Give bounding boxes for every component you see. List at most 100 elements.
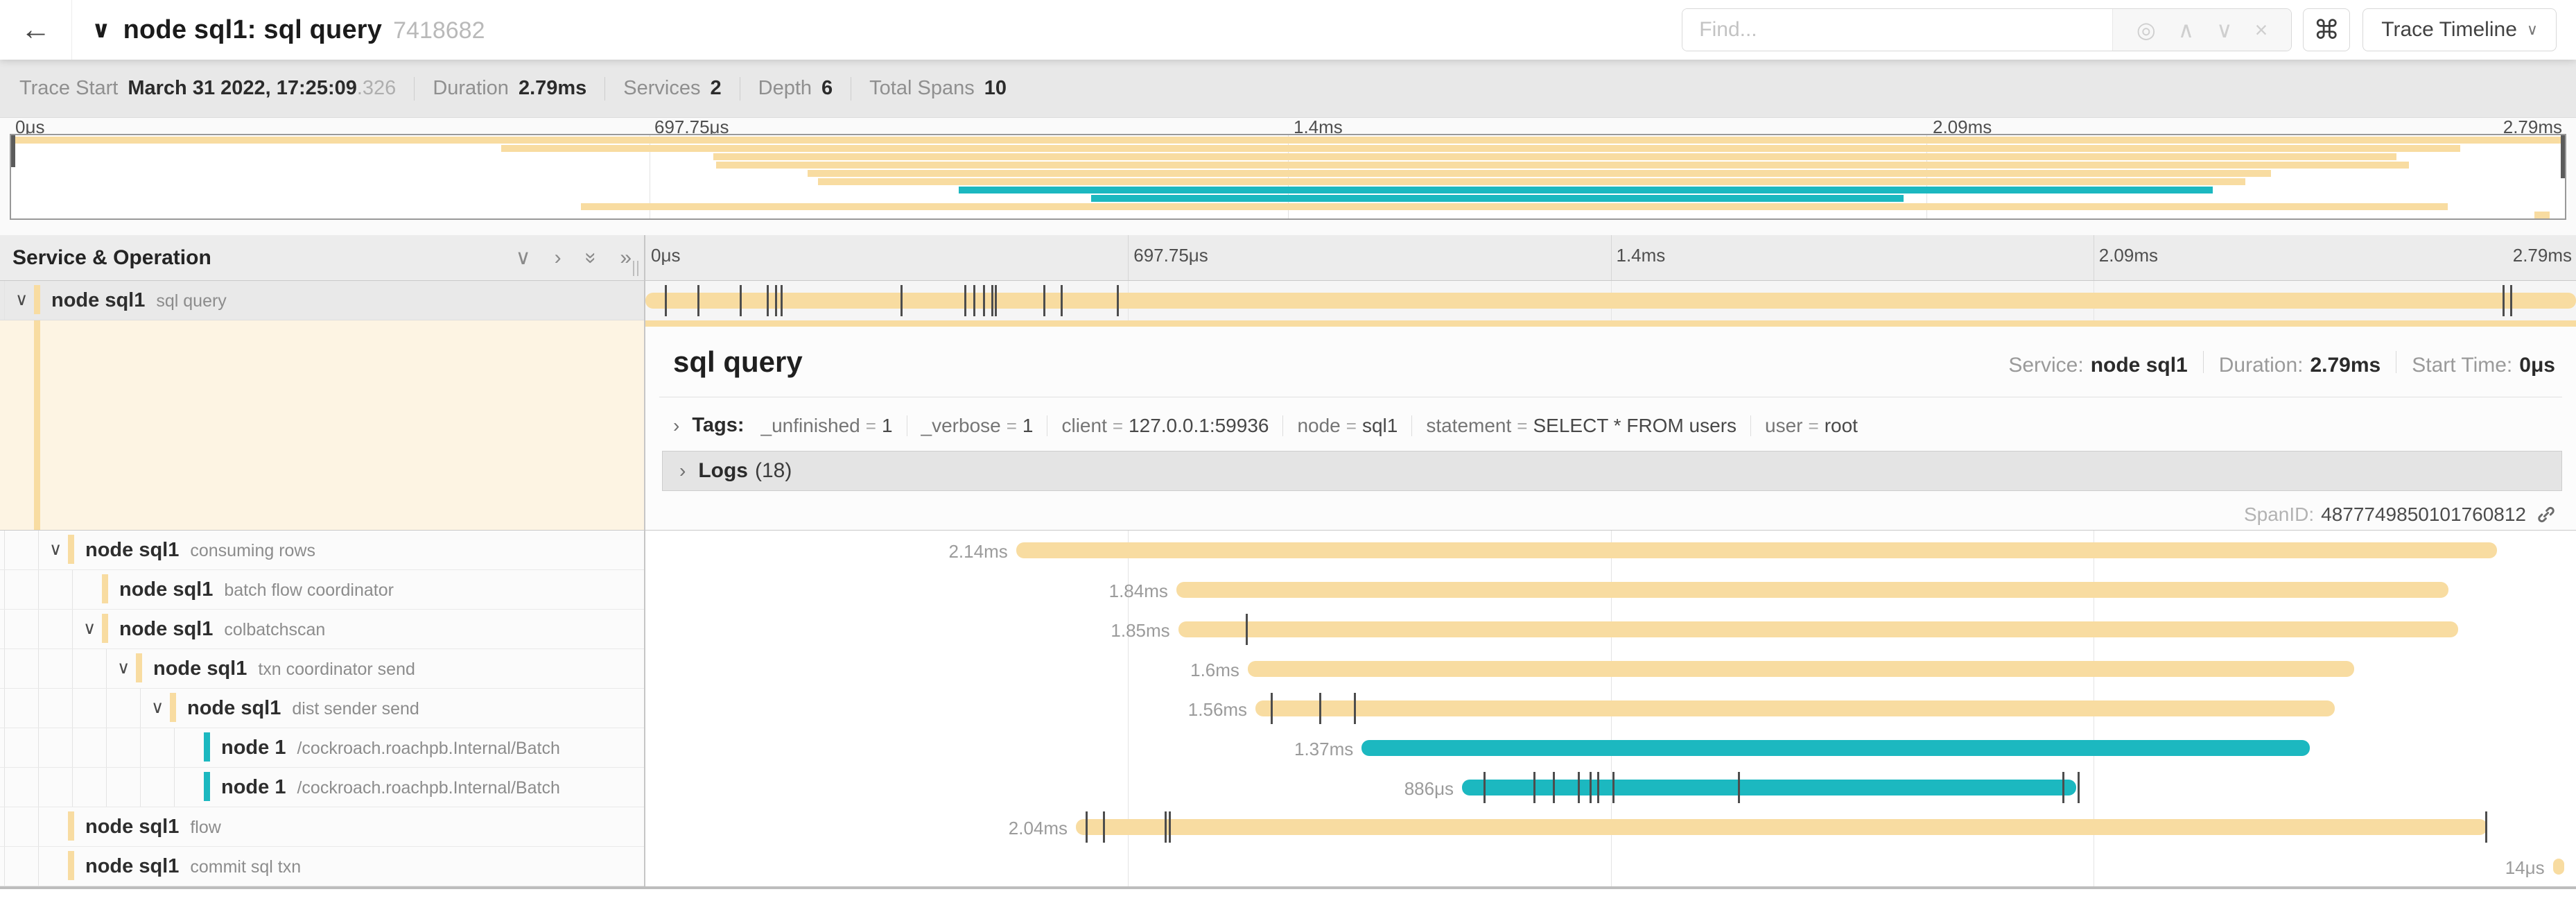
service-name: node 1 [221, 737, 286, 759]
log-tick-mark [1271, 693, 1273, 724]
tree-row-consuming-rows[interactable]: ∨node sql1consuming rows [0, 531, 644, 570]
tag-value: 1 [882, 415, 893, 437]
tag-key: user [1765, 415, 1802, 437]
span-duration-label: 14μs [2505, 857, 2545, 879]
span-bar[interactable] [1076, 819, 2487, 835]
tree-row-commit-sql-txn[interactable]: node sql1commit sql txn [0, 847, 644, 886]
span-bar[interactable] [2553, 859, 2565, 875]
logs-accordion[interactable]: › Logs (18) [662, 451, 2562, 491]
minimap-span-bar [501, 145, 2460, 152]
span-color-accent [204, 732, 210, 762]
tag-key: client [1061, 415, 1106, 437]
log-tick-mark [1043, 285, 1045, 316]
tag-value: SELECT * FROM users [1533, 415, 1737, 437]
next-match-icon[interactable]: ∨ [2205, 17, 2243, 43]
span-bar[interactable] [1016, 542, 2497, 558]
minimap-span-bar [959, 187, 2213, 194]
service-name: node sql1 [119, 578, 213, 601]
log-tick-mark [767, 285, 769, 316]
locate-icon[interactable]: ◎ [2125, 17, 2167, 43]
keyboard-shortcuts-button[interactable]: ⌘ [2303, 8, 2350, 51]
indent-guide [106, 649, 107, 688]
chevron-down-icon[interactable]: ∨ [151, 697, 164, 718]
log-tick-mark [1553, 772, 1555, 803]
chevron-down-icon[interactable]: ∨ [49, 539, 62, 560]
chevron-down-icon[interactable]: ∨ [117, 657, 130, 678]
page-header: ← ∨ node sql1: sql query 7418682 ◎∧∨× ⌘ … [0, 0, 2576, 60]
log-tick-mark [1738, 772, 1740, 803]
log-tick-mark [2503, 285, 2505, 316]
indent-guide [4, 281, 5, 320]
tag-item: _verbose=1 [921, 415, 1034, 437]
tree-row--cockroach-roachpb-internal-batch[interactable]: node 1/cockroach.roachpb.Internal/Batch [0, 728, 644, 768]
summary-value: March 31 2022, 17:25:09 [128, 77, 357, 100]
service-name: node sql1 [153, 657, 247, 680]
tree-row-top: ∨node sql1sql query [0, 281, 644, 320]
back-button[interactable]: ← [0, 0, 72, 60]
link-icon[interactable] [2536, 504, 2557, 525]
prev-match-icon[interactable]: ∧ [2167, 17, 2205, 43]
tree-row-flow[interactable]: node sql1flow [0, 807, 644, 847]
indent-guide [4, 689, 5, 728]
tree-row-labels: node sql1batch flow coordinator [0, 578, 394, 601]
viewport-handle-right[interactable] [2561, 135, 2565, 178]
title-chevron-down-icon[interactable]: ∨ [92, 16, 111, 44]
span-bar[interactable] [1255, 700, 2335, 716]
operation-name: txn coordinator send [258, 660, 415, 680]
tag-key: _unfinished [761, 415, 860, 437]
tag-item: client=127.0.0.1:59936 [1061, 415, 1269, 437]
span-bar[interactable] [1248, 661, 2354, 677]
indent-guide [38, 728, 39, 767]
span-rows-rest: 2.14ms1.84ms1.85ms1.6ms1.56ms1.37ms886μs… [645, 531, 2576, 886]
find-input[interactable] [1682, 9, 2112, 51]
log-tick-mark [2485, 811, 2487, 843]
minimap-span-bar [808, 170, 2271, 177]
tree-row--cockroach-roachpb-internal-batch[interactable]: node 1/cockroach.roachpb.Internal/Batch [0, 768, 644, 807]
tree-row-sql-query[interactable]: ∨node sql1sql query [0, 281, 644, 320]
log-tick-mark [697, 285, 699, 316]
chevron-down-icon[interactable]: ∨ [15, 289, 28, 310]
viewport-handle-left[interactable] [11, 135, 15, 167]
span-tree-column: ∨node sql1sql query ∨node sql1consuming … [0, 281, 645, 886]
service-name: node sql1 [85, 855, 179, 878]
span-color-accent [102, 614, 108, 644]
operation-name: dist sender send [292, 699, 419, 719]
summary-label: Total Spans [869, 77, 975, 100]
summary-label: Depth [758, 77, 812, 100]
trace-view-selector[interactable]: Trace Timeline ∨ [2362, 8, 2557, 51]
page-bottom-strip [0, 886, 2576, 903]
indent-guide [106, 768, 107, 807]
span-bar[interactable] [645, 293, 2576, 309]
tree-row-txn-coordinator-send[interactable]: ∨ node sql1 txn coordinator send [0, 649, 644, 689]
tree-row-labels: node sql1 txn coordinator send [0, 657, 415, 680]
indent-guide [38, 570, 39, 609]
collapse-one-icon[interactable]: ∨ [516, 246, 531, 270]
equals-sign: = [1346, 415, 1357, 437]
span-bar[interactable] [1178, 621, 2458, 637]
find-group: ◎∧∨× [1682, 8, 2292, 51]
summary-label: Duration [433, 77, 509, 100]
indent-guide [4, 728, 5, 767]
tags-accordion[interactable]: › Tags: _unfinished=1_verbose=1client=12… [673, 414, 2562, 437]
column-resize-grabber[interactable] [630, 261, 638, 276]
tags-list: _unfinished = 1 _verbose=1 client=127.0.0.1:… [761, 415, 1858, 437]
tree-row-batch-flow-coordinator[interactable]: node sql1batch flow coordinator [0, 570, 644, 610]
timeline-ruler: 0μs697.75μs1.4ms2.09ms2.79ms [645, 235, 2576, 281]
tree-row-colbatchscan[interactable]: ∨node sql1colbatchscan [0, 610, 644, 649]
tree-row-dist-sender-send[interactable]: ∨node sql1dist sender send [0, 689, 644, 728]
tree-rows-rest: ∨node sql1consuming rows node sql1batch f… [0, 531, 644, 886]
expand-one-icon[interactable]: › [555, 246, 562, 270]
operation-name: flow [190, 818, 220, 838]
clear-icon[interactable]: × [2244, 17, 2279, 43]
log-tick-mark [1354, 693, 1356, 724]
chevron-down-icon[interactable]: ∨ [83, 618, 96, 639]
span-bar[interactable] [1361, 740, 2309, 756]
span-duration-label: 1.37ms [1294, 739, 1353, 760]
tag-item: user=root [1765, 415, 1858, 437]
summary-value-suffix: .326 [357, 77, 396, 100]
trace-minimap[interactable] [10, 134, 2566, 220]
tag-key: _verbose [921, 415, 1001, 437]
collapse-all-icon[interactable]: » [579, 252, 602, 264]
span-bar[interactable] [1176, 582, 2448, 598]
indent-guide [72, 728, 73, 767]
